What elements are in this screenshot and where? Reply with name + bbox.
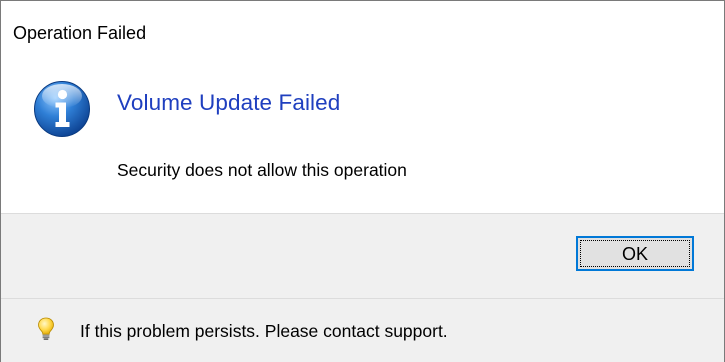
button-area: OK <box>1 213 724 298</box>
footer-text: If this problem persists. Please contact… <box>80 321 448 341</box>
task-dialog: Operation Failed Volume Update Failed Se… <box>0 0 725 362</box>
dialog-title: Operation Failed <box>13 23 147 43</box>
ok-button-label: OK <box>621 244 648 264</box>
lightbulb-icon <box>38 317 54 340</box>
main-instruction: Volume Update Failed <box>117 90 341 115</box>
title-bar: Operation Failed <box>1 1 724 61</box>
content-text: Security does not allow this operation <box>117 160 407 180</box>
information-icon <box>34 81 90 137</box>
ok-button[interactable]: OK <box>576 236 694 271</box>
footer-area: If this problem persists. Please contact… <box>1 298 724 362</box>
content-area: Volume Update Failed Security does not a… <box>1 61 724 213</box>
